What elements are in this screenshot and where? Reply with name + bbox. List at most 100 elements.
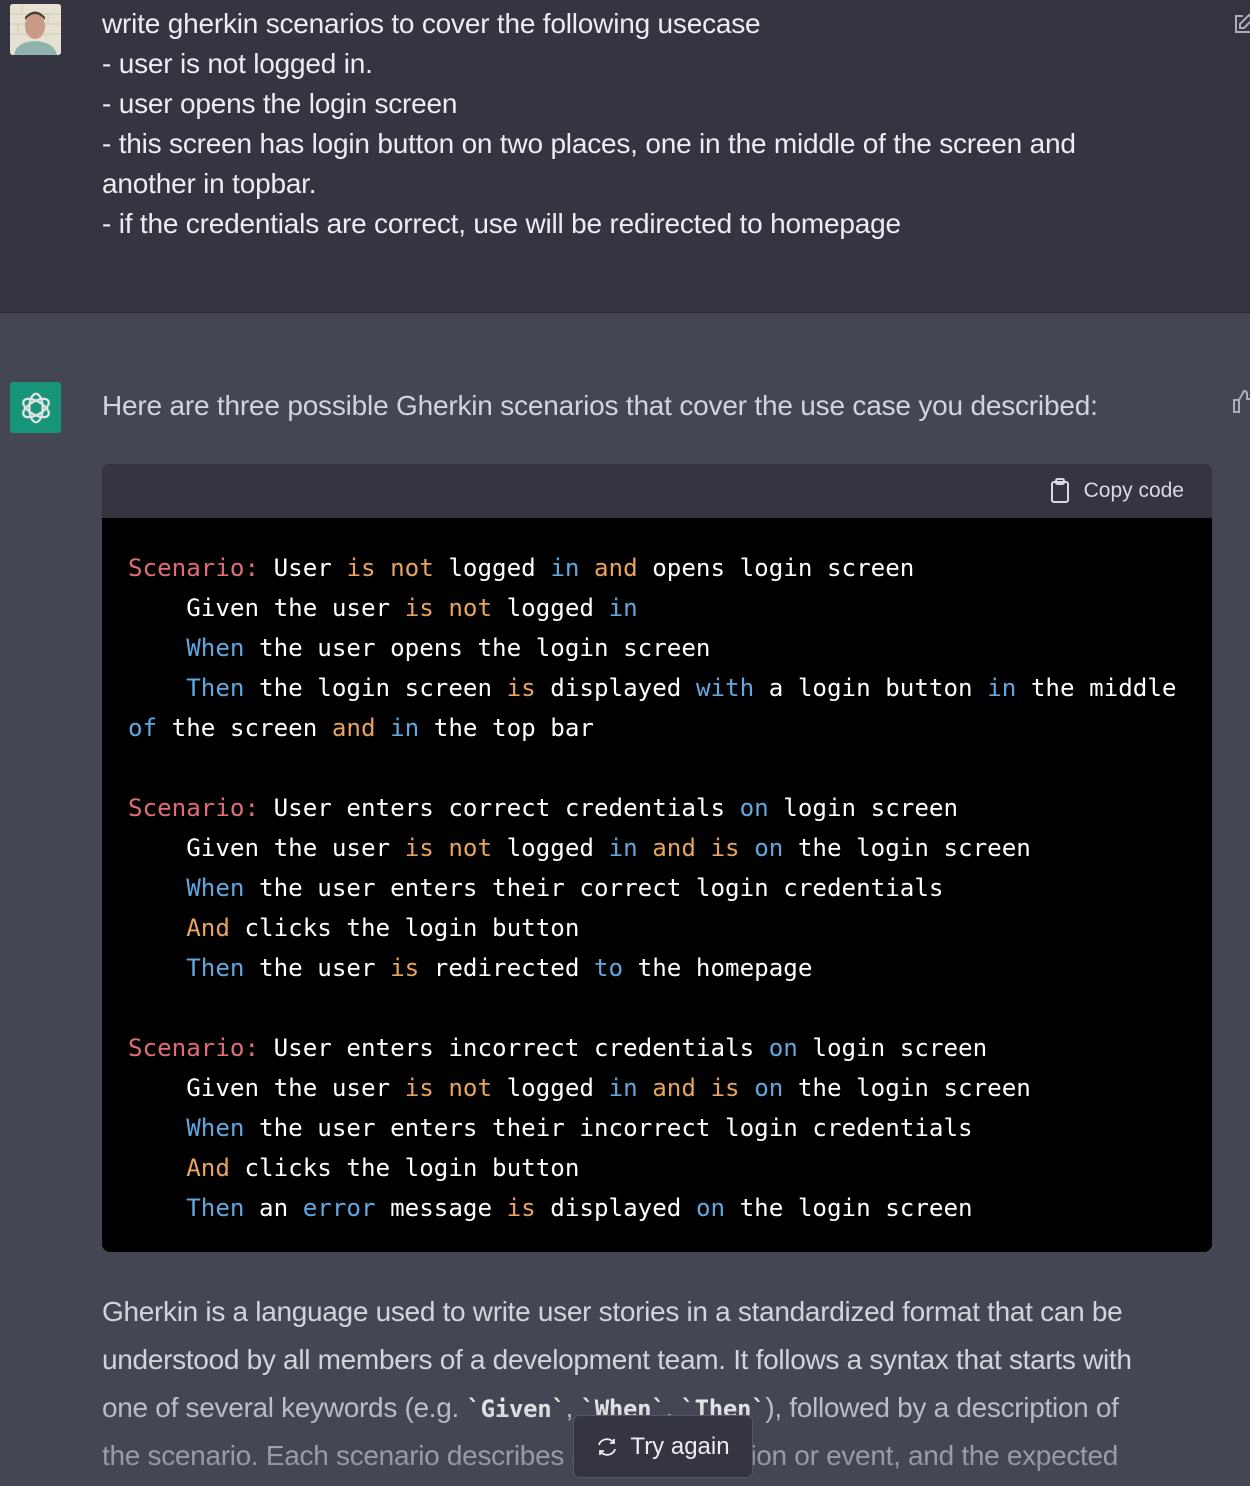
code-text: the middle xyxy=(1016,674,1177,702)
code-line: Scenario: User is not logged in and open… xyxy=(128,548,1186,588)
code-line: of the screen and in the top bar xyxy=(128,708,1186,748)
code-keyword: in xyxy=(987,674,1017,702)
code-text: login screen xyxy=(768,794,959,822)
explanation-line: Gherkin is a language used to write user… xyxy=(102,1288,1222,1336)
copy-code-label: Copy code xyxy=(1083,479,1184,502)
code-keyword: in xyxy=(550,554,580,582)
code-keyword: is xyxy=(506,1194,536,1222)
code-text: the login screen xyxy=(244,674,507,702)
code-line: Then an error message is displayed on th… xyxy=(128,1188,1186,1228)
try-again-button[interactable]: Try again xyxy=(573,1415,753,1478)
code-keyword: is xyxy=(506,674,536,702)
clipboard-icon xyxy=(1050,478,1069,503)
code-keyword: And xyxy=(186,1154,230,1182)
code-text: the homepage xyxy=(623,954,813,982)
copy-code-button[interactable]: Copy code xyxy=(1050,478,1184,504)
code-keyword: on xyxy=(739,794,769,822)
code-line: And clicks the login button xyxy=(128,908,1186,948)
code-text: the login screen xyxy=(725,1194,973,1222)
code-keyword: of xyxy=(128,714,158,742)
openai-logo-icon xyxy=(21,392,50,423)
code-keyword: to xyxy=(594,954,624,982)
code-line: Scenario: User enters incorrect credenti… xyxy=(128,1028,1186,1068)
code-text: Given the user xyxy=(128,834,405,862)
code-text: logged xyxy=(492,1074,609,1102)
edit-icon[interactable] xyxy=(1233,13,1250,35)
code-keyword: on xyxy=(695,1194,726,1222)
assistant-message-turn: Here are three possible Gherkin scenario… xyxy=(0,314,1250,1486)
code-text: message xyxy=(375,1194,507,1222)
code-text: the user opens the login screen xyxy=(244,634,711,662)
code-line: Given the user is not logged in and is o… xyxy=(128,828,1186,868)
code-text: displayed xyxy=(535,1194,696,1222)
user-message-line: - if the credentials are correct, use wi… xyxy=(102,208,901,239)
code-text: an xyxy=(244,1194,303,1222)
code-keyword: Scenario: xyxy=(128,554,260,582)
code-text: the screen xyxy=(157,714,332,742)
user-message-turn: write gherkin scenarios to cover the fol… xyxy=(0,0,1250,313)
code-text: the user xyxy=(244,954,391,982)
code-keyword: error xyxy=(302,1194,376,1222)
code-line: When the user opens the login screen xyxy=(128,628,1186,668)
code-keyword: in xyxy=(608,594,638,622)
code-keyword: Then xyxy=(186,1194,245,1222)
code-text: the user enters their incorrect login cr… xyxy=(244,1114,973,1142)
code-keyword: is not xyxy=(346,554,434,582)
code-text: logged xyxy=(492,834,609,862)
code-keyword: Scenario: xyxy=(128,794,260,822)
code-keyword: is not xyxy=(404,594,493,622)
code-keyword: and is xyxy=(652,834,740,862)
code-text: User enters correct credentials xyxy=(259,794,740,822)
code-keyword: on xyxy=(754,1074,784,1102)
explanation-text: Gherkin is a language used to write user… xyxy=(102,1296,1123,1327)
code-keyword: Then xyxy=(186,674,245,702)
code-text: User enters incorrect credentials xyxy=(259,1034,769,1062)
user-avatar xyxy=(10,4,61,55)
refresh-icon xyxy=(598,1437,617,1456)
code-keyword: in xyxy=(390,714,420,742)
code-text: redirected xyxy=(419,954,594,982)
code-text: clicks the login button xyxy=(229,1154,580,1182)
code-keyword: and is xyxy=(652,1074,740,1102)
user-message-line: - user is not logged in. xyxy=(102,48,373,79)
code-line: Given the user is not logged in xyxy=(128,588,1186,628)
code-keyword: When xyxy=(186,1114,245,1142)
code-text: login screen xyxy=(797,1034,988,1062)
user-avatar-photo xyxy=(10,4,61,55)
user-message-line: - user opens the login screen xyxy=(102,88,458,119)
code-keyword: with xyxy=(695,674,755,702)
inline-code: `Given` xyxy=(466,1395,566,1423)
code-keyword: on xyxy=(754,834,784,862)
user-message-line: write gherkin scenarios to cover the fol… xyxy=(102,8,761,39)
assistant-avatar xyxy=(10,382,61,433)
try-again-label: Try again xyxy=(630,1432,730,1460)
code-text: the login screen xyxy=(783,1074,1031,1102)
code-text: displayed xyxy=(535,674,696,702)
code-line: Scenario: User enters correct credential… xyxy=(128,788,1186,828)
thumbs-up-icon[interactable] xyxy=(1232,388,1250,414)
code-keyword: is xyxy=(390,954,420,982)
user-message-line: another in topbar. xyxy=(102,168,317,199)
code-line: And clicks the login button xyxy=(128,1148,1186,1188)
code-keyword: Scenario: xyxy=(128,1034,260,1062)
code-keyword: is not xyxy=(404,834,493,862)
code-text: a login button xyxy=(754,674,988,702)
code-line: When the user enters their correct login… xyxy=(128,868,1186,908)
explanation-text: ), followed by a description of xyxy=(765,1392,1119,1423)
code-line: Given the user is not logged in and is o… xyxy=(128,1068,1186,1108)
code-text: the top bar xyxy=(419,714,594,742)
code-text: Given the user xyxy=(128,594,405,622)
